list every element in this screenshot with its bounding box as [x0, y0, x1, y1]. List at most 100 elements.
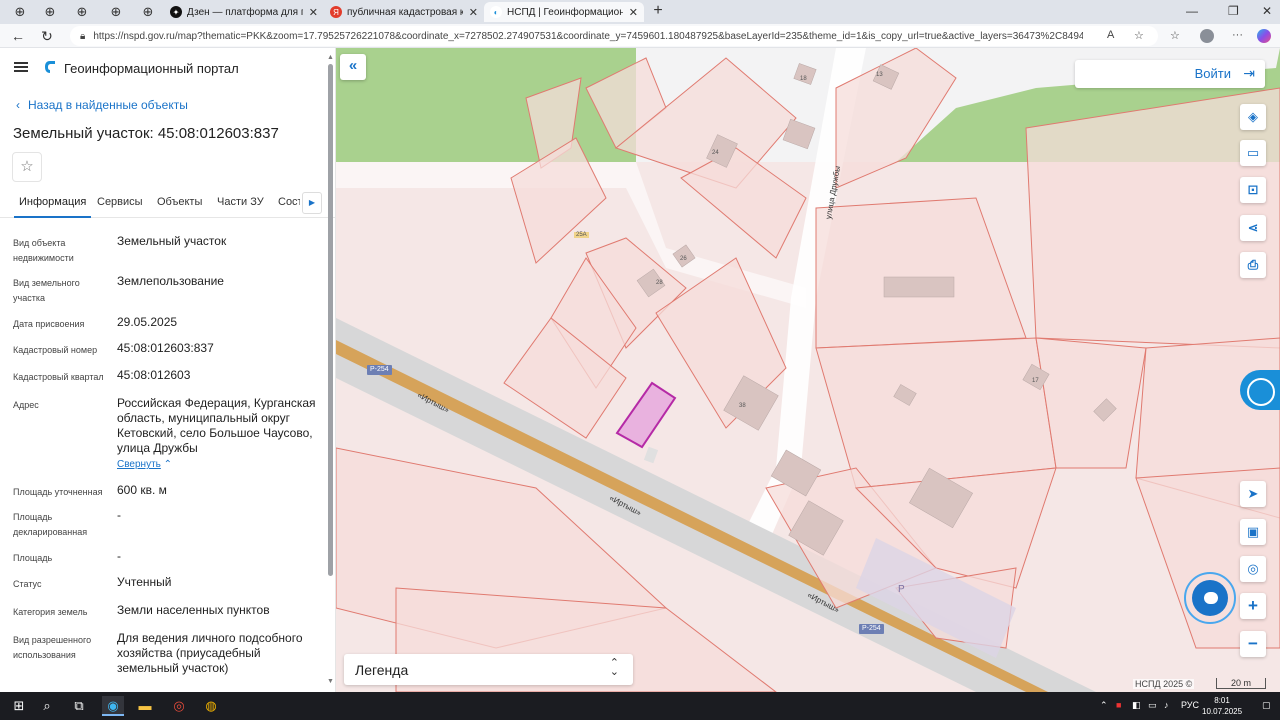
field-value: Земельный участок — [117, 234, 227, 248]
field-value: Землепользование — [117, 274, 224, 288]
chat-bubble-icon[interactable] — [1184, 572, 1236, 624]
login-button[interactable]: Войти ⇥ — [1075, 60, 1265, 88]
browser-tab[interactable]: Я публичная кадастровая карта — ✕ — [324, 2, 484, 22]
chevron-updown-icon: ⌃ ⌄ — [609, 657, 619, 678]
field-label: Площадь уточненная — [13, 487, 103, 497]
geolocation-icon[interactable]: ➤ — [1240, 481, 1266, 507]
zoom-out-icon[interactable]: − — [1240, 631, 1266, 657]
tab-objects[interactable]: Объекты — [157, 196, 202, 208]
field-value: Земли населенных пунктов — [117, 603, 270, 617]
close-icon[interactable]: ✕ — [309, 6, 318, 19]
globe-icon[interactable]: ⊕ — [134, 3, 162, 21]
legend-dropdown[interactable]: Легенда ⌃ ⌄ — [344, 654, 633, 685]
collapse-link[interactable]: Свернуть ⌃ — [117, 457, 323, 472]
tab-parts[interactable]: Части ЗУ — [217, 196, 264, 208]
search-icon[interactable]: ⌕ — [36, 696, 58, 716]
panel-scrollbar[interactable] — [328, 64, 333, 576]
zoom-in-icon[interactable]: + — [1240, 593, 1266, 619]
chrome-icon[interactable]: ◍ — [200, 696, 222, 716]
login-label: Войти — [1194, 66, 1231, 81]
close-window-icon[interactable]: ✕ — [1262, 4, 1272, 18]
profile-avatar[interactable] — [1200, 29, 1214, 43]
building-number: 28 — [656, 280, 663, 286]
browser-tab-active[interactable]: ◐ НСПД | Геоинформационный по ✕ — [484, 2, 644, 22]
url-input[interactable]: 🔒︎ https://nspd.gov.ru/map?thematic=PKK&… — [70, 26, 1158, 46]
tab-composition[interactable]: Соста — [278, 196, 300, 208]
system-clock[interactable]: 8:01 10.07.2025 — [1202, 695, 1242, 717]
object-info-panel: Геоинформационный портал ‹ Назад в найден… — [0, 48, 336, 692]
search-location-icon[interactable]: ◎ — [1240, 556, 1266, 582]
scroll-down-icon[interactable]: ▼ — [327, 678, 334, 685]
tab-info[interactable]: Информация — [13, 196, 92, 218]
back-arrow-icon[interactable]: ← — [9, 28, 27, 44]
select-area-icon[interactable]: ⊡ — [1240, 177, 1266, 203]
cadastral-map[interactable]: улица Дружбы «Иртыш» «Иртыш» «Иртыш» Р-2… — [336, 48, 1280, 692]
chevron-left-icon: ‹ — [16, 98, 20, 112]
parking-label: P — [898, 584, 905, 595]
menu-icon[interactable] — [14, 62, 28, 72]
road-code-sign: Р-254 — [367, 365, 392, 375]
tab-services[interactable]: Сервисы — [97, 196, 143, 208]
new-tab-button[interactable]: + — [648, 2, 668, 22]
building-number: 17 — [1032, 378, 1039, 384]
url-text: https://nspd.gov.ru/map?thematic=PKK&zoo… — [93, 30, 1084, 42]
globe-icon[interactable]: ⊕ — [102, 3, 130, 21]
field-value: Для ведения личного подсобного хозяйства… — [117, 631, 303, 675]
read-aloud-icon[interactable]: A — [1107, 29, 1114, 41]
collapse-panel-button[interactable]: « — [340, 54, 366, 80]
scroll-up-icon[interactable]: ▲ — [327, 54, 334, 61]
building-number: 38 — [739, 403, 746, 409]
field-value: Учтенный — [117, 575, 172, 589]
globe-icon[interactable]: ⊕ — [6, 3, 34, 21]
info-tabs: Информация Сервисы Объекты Части ЗУ Сост… — [0, 190, 335, 218]
app-icon[interactable]: ◎ — [168, 696, 190, 716]
language-indicator[interactable]: РУС — [1181, 700, 1199, 710]
field-label: Площадь декларированная — [13, 512, 88, 537]
restore-icon[interactable]: ❐ — [1228, 4, 1239, 18]
close-icon[interactable]: ✕ — [469, 6, 478, 19]
favorite-star-icon[interactable]: ☆ — [12, 152, 42, 182]
globe-icon[interactable]: ⊕ — [36, 3, 64, 21]
login-icon: ⇥ — [1243, 65, 1255, 81]
windows-start-icon[interactable]: ⊞ — [8, 696, 30, 716]
task-view-icon[interactable]: ⧉ — [68, 696, 90, 716]
tray-app-icon[interactable]: ■ — [1116, 700, 1121, 710]
chevron-up-icon[interactable]: ⌃ — [1100, 700, 1108, 711]
back-to-results-link[interactable]: ‹ Назад в найденные объекты — [16, 98, 188, 112]
field-label: Вид разрешенного использования — [13, 635, 92, 660]
notification-icon[interactable]: ▢ — [1262, 700, 1271, 711]
assistant-side-icon[interactable] — [1240, 370, 1280, 410]
file-explorer-icon[interactable]: ▬ — [134, 696, 156, 716]
minimap-icon[interactable]: ▣ — [1240, 519, 1266, 545]
minimize-icon[interactable]: — — [1186, 4, 1198, 18]
volume-icon[interactable]: ♪ — [1164, 700, 1169, 710]
copilot-icon[interactable] — [1257, 29, 1271, 43]
field-label: Статус — [13, 579, 42, 589]
favorites-icon[interactable]: ☆ — [1170, 29, 1180, 42]
print-icon[interactable]: ⎙ — [1240, 252, 1266, 278]
chevron-right-icon[interactable]: ▶ — [302, 192, 322, 214]
ruler-icon[interactable]: ▭ — [1240, 140, 1266, 166]
legend-label: Легенда — [355, 662, 409, 678]
share-icon[interactable]: ⋖ — [1240, 215, 1266, 241]
clock-time: 8:01 — [1214, 696, 1230, 705]
address-bar: ← ↻ 🔒︎ https://nspd.gov.ru/map?thematic=… — [0, 24, 1280, 48]
browser-tab[interactable]: ✦ Дзен — платформа для просмо ✕ — [164, 2, 324, 22]
field-value: 45:08:012603:837 — [117, 341, 214, 355]
building-number: 26 — [680, 256, 687, 262]
more-menu-icon[interactable]: ··· — [1232, 29, 1243, 41]
close-icon[interactable]: ✕ — [629, 6, 638, 19]
back-link-label: Назад в найденные объекты — [28, 98, 188, 112]
reload-icon[interactable]: ↻ — [38, 28, 56, 44]
clock-date: 10.07.2025 — [1202, 707, 1243, 716]
lock-icon[interactable]: 🔒︎ — [80, 31, 85, 42]
edge-icon[interactable]: ◉ — [102, 696, 124, 716]
tray-app-icon[interactable]: ◧ — [1132, 700, 1141, 711]
layers-icon[interactable]: ◈ — [1240, 104, 1266, 130]
favorite-star-icon[interactable]: ☆ — [1134, 29, 1144, 42]
network-icon[interactable]: ▭ — [1148, 700, 1157, 711]
chevron-up-icon: ⌃ — [163, 459, 173, 470]
globe-icon[interactable]: ⊕ — [68, 3, 96, 21]
collapse-label: Свернуть — [117, 459, 161, 470]
tab-title: публичная кадастровая карта — — [347, 6, 463, 18]
